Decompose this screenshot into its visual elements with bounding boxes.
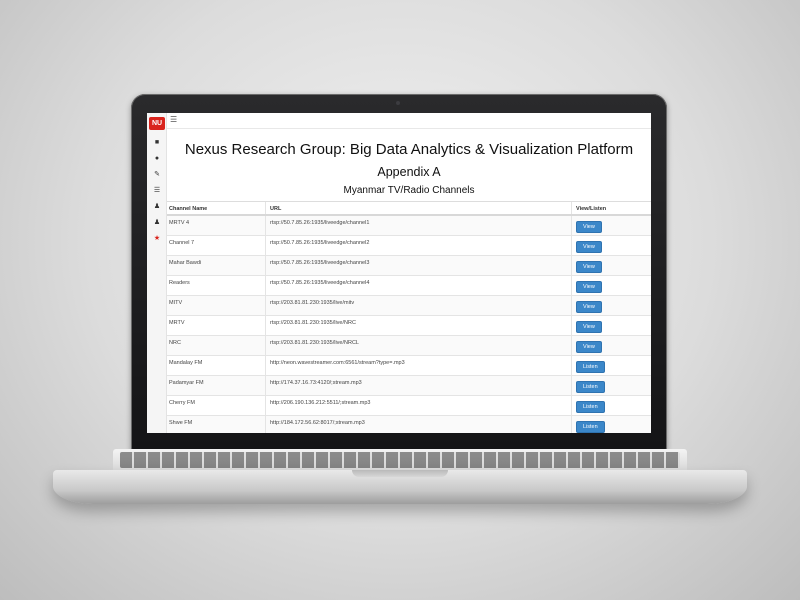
channel-url: rtsp://203.81.81.230:1935/live/NRCL: [265, 336, 571, 355]
table-row: Channel 7 rtsp://50.7.85.26:1935/liveedge…: [167, 236, 651, 256]
view-button[interactable]: View: [576, 301, 602, 313]
listen-button[interactable]: Listen: [576, 421, 605, 433]
channel-url: rtsp://50.7.85.26:1935/liveedge/channel3: [265, 256, 571, 275]
channel-name: MITV: [169, 300, 183, 306]
table-row: Cherry FM http://206.190.136.212:5511/;st…: [167, 396, 651, 416]
table-body: MRTV 4 rtsp://50.7.85.26:1935/liveedge/ch…: [167, 216, 651, 433]
table-row: MRTV rtsp://203.81.81.230:1935/live/NRC Vi…: [167, 316, 651, 336]
dashboard-icon[interactable]: ■: [151, 137, 163, 149]
view-listen-cell: View: [571, 316, 651, 335]
table-row: Mahar Bawdi rtsp://50.7.85.26:1935/liveed…: [167, 256, 651, 276]
main-content: Nexus Research Group: Big Data Analytics…: [167, 129, 651, 433]
user-plus-icon[interactable]: ♟: [151, 217, 163, 229]
channel-name: NRC: [169, 340, 181, 346]
channel-url: http://184.172.56.62:8017/;stream.mp3: [265, 416, 571, 433]
edit-icon[interactable]: ✎: [151, 169, 163, 181]
pie-chart-icon[interactable]: ●: [151, 153, 163, 165]
view-button[interactable]: View: [576, 341, 602, 353]
listen-button[interactable]: Listen: [576, 401, 605, 413]
channel-url: rtsp://50.7.85.26:1935/liveedge/channel1: [265, 216, 571, 235]
page-title: Nexus Research Group: Big Data Analytics…: [184, 141, 634, 158]
sidebar: NU ■ ● ✎ ☰ ♟ ♟ ★: [147, 113, 167, 433]
channel-url: http://174.37.16.73:4120/;stream.mp3: [265, 376, 571, 395]
list-icon[interactable]: ☰: [151, 185, 163, 197]
channel-name: Padamyar FM: [169, 380, 204, 386]
table-row: Mandalay FM http://neon.wavestreamer.com:…: [167, 356, 651, 376]
channel-url: rtsp://50.7.85.26:1935/liveedge/channel2: [265, 236, 571, 255]
view-listen-cell: View: [571, 336, 651, 355]
view-listen-cell: Listen: [571, 416, 651, 433]
topbar: ☰: [167, 113, 651, 129]
channel-name: Readers: [169, 280, 190, 286]
view-listen-cell: View: [571, 256, 651, 275]
header-view-listen: View/Listen: [571, 202, 651, 214]
listen-button[interactable]: Listen: [576, 361, 605, 373]
table-header: Channel Name URL View/Listen: [167, 202, 651, 216]
camera-icon: [396, 101, 400, 105]
channel-name: MRTV 4: [169, 220, 190, 226]
users-icon[interactable]: ♟: [151, 201, 163, 213]
header-url: URL: [265, 202, 571, 214]
table-row: MITV rtsp://203.81.81.230:1935/live/mitv V…: [167, 296, 651, 316]
channel-name: Channel 7: [169, 240, 195, 246]
channel-name: Shwe FM: [169, 420, 193, 426]
laptop-notch: [352, 470, 448, 477]
channel-url: http://neon.wavestreamer.com:6561/stream…: [265, 356, 571, 375]
view-listen-cell: Listen: [571, 396, 651, 415]
table-row: Shwe FM http://184.172.56.62:8017/;stream…: [167, 416, 651, 433]
view-button[interactable]: View: [576, 281, 602, 293]
section-heading: Myanmar TV/Radio Channels: [343, 185, 475, 196]
channel-url: http://206.190.136.212:5511/;stream.mp3: [265, 396, 571, 415]
laptop-screen: NU ■ ● ✎ ☰ ♟ ♟ ★ ☰ Nexus Research Group:…: [147, 113, 651, 433]
listen-button[interactable]: Listen: [576, 381, 605, 393]
channels-table: Channel Name URL View/Listen MRTV 4 rtsp:…: [167, 201, 651, 433]
channel-name: Cherry FM: [169, 400, 195, 406]
menu-toggle-icon[interactable]: ☰: [170, 116, 177, 124]
view-listen-cell: Listen: [571, 376, 651, 395]
channel-url: rtsp://203.81.81.230:1935/live/NRC: [265, 316, 571, 335]
view-listen-cell: View: [571, 216, 651, 235]
view-button[interactable]: View: [576, 241, 602, 253]
header-channel-name: Channel Name: [169, 206, 208, 212]
view-listen-cell: Listen: [571, 356, 651, 375]
table-row: Padamyar FM http://174.37.16.73:4120/;str…: [167, 376, 651, 396]
channel-name: Mahar Bawdi: [169, 260, 202, 266]
table-row: NRC rtsp://203.81.81.230:1935/live/NRCL Vi…: [167, 336, 651, 356]
view-listen-cell: View: [571, 296, 651, 315]
channel-url: rtsp://50.7.85.26:1935/liveedge/channel4: [265, 276, 571, 295]
pin-icon[interactable]: ★: [151, 233, 163, 245]
logo[interactable]: NU: [149, 117, 165, 130]
channel-name: MRTV: [169, 320, 185, 326]
keyboard: [120, 452, 680, 468]
view-button[interactable]: View: [576, 261, 602, 273]
channel-name: Mandalay FM: [169, 360, 203, 366]
page-subtitle: Appendix A: [377, 165, 441, 179]
view-button[interactable]: View: [576, 221, 602, 233]
table-row: Readers rtsp://50.7.85.26:1935/liveedge/c…: [167, 276, 651, 296]
view-listen-cell: View: [571, 236, 651, 255]
channel-url: rtsp://203.81.81.230:1935/live/mitv: [265, 296, 571, 315]
view-listen-cell: View: [571, 276, 651, 295]
table-row: MRTV 4 rtsp://50.7.85.26:1935/liveedge/ch…: [167, 216, 651, 236]
view-button[interactable]: View: [576, 321, 602, 333]
